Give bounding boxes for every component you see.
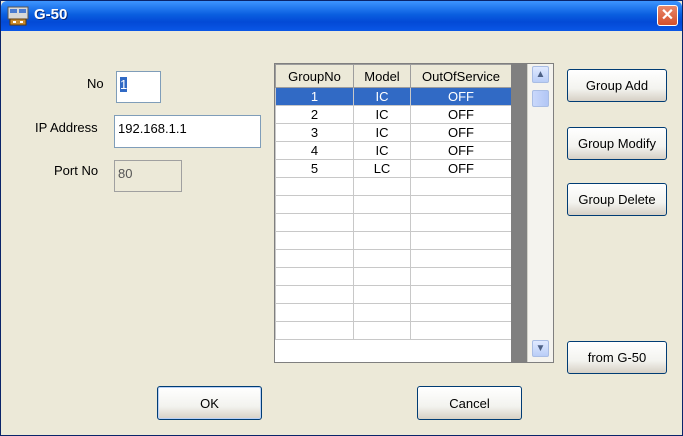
title-bar[interactable]: G-50 ✕ [1, 1, 682, 31]
cancel-button[interactable]: Cancel [417, 386, 522, 420]
cell-outofservice: OFF [410, 159, 512, 178]
col-header-groupno[interactable]: GroupNo [275, 64, 354, 88]
cell-empty [410, 267, 512, 286]
no-label: No [87, 76, 104, 91]
cell-empty [275, 249, 354, 268]
port-no-field: 80 [114, 160, 182, 192]
group-table[interactable]: GroupNo Model OutOfService 1 IC OFF 2 IC… [274, 63, 554, 363]
col-header-outofservice[interactable]: OutOfService [410, 64, 512, 88]
cell-empty [353, 249, 411, 268]
table-row-empty[interactable] [275, 321, 512, 340]
cell-empty [275, 177, 354, 196]
group-modify-button[interactable]: Group Modify [567, 127, 667, 160]
cell-empty [410, 177, 512, 196]
cell-empty [275, 321, 354, 340]
table-row-empty[interactable] [275, 267, 512, 286]
grid-empty-area [511, 64, 527, 362]
cell-outofservice: OFF [410, 141, 512, 160]
cell-groupno: 1 [275, 87, 354, 106]
cell-outofservice: OFF [410, 87, 512, 106]
table-row[interactable]: 5 LC OFF [275, 159, 512, 178]
group-add-button[interactable]: Group Add [567, 69, 667, 102]
cell-groupno: 5 [275, 159, 354, 178]
group-delete-button[interactable]: Group Delete [567, 183, 667, 216]
scrollbar-thumb[interactable] [532, 90, 549, 107]
table-header: GroupNo Model OutOfService [275, 64, 512, 88]
cell-groupno: 2 [275, 105, 354, 124]
table-row-empty[interactable] [275, 195, 512, 214]
cell-empty [353, 231, 411, 250]
cell-model: IC [353, 105, 411, 124]
ip-address-field[interactable]: 192.168.1.1 [114, 115, 261, 148]
cell-empty [410, 285, 512, 304]
table-row-empty[interactable] [275, 285, 512, 304]
cell-empty [275, 231, 354, 250]
ip-address-label: IP Address [35, 120, 98, 135]
cell-empty [353, 213, 411, 232]
cell-groupno: 3 [275, 123, 354, 142]
cell-empty [353, 177, 411, 196]
cell-empty [275, 267, 354, 286]
cell-model: IC [353, 141, 411, 160]
no-field[interactable]: 1 [116, 71, 161, 103]
cell-empty [353, 303, 411, 322]
g50-dialog: G-50 ✕ No 1 IP Address 192.168.1.1 Port … [0, 0, 683, 436]
window-title: G-50 [34, 6, 68, 23]
port-no-label: Port No [54, 163, 99, 178]
cell-empty [353, 267, 411, 286]
cell-empty [353, 195, 411, 214]
table-row-empty[interactable] [275, 213, 512, 232]
table-row[interactable]: 3 IC OFF [275, 123, 512, 142]
cell-empty [410, 321, 512, 340]
cell-empty [410, 303, 512, 322]
table-row[interactable]: 1 IC OFF [275, 87, 512, 106]
table-row[interactable]: 4 IC OFF [275, 141, 512, 160]
cell-outofservice: OFF [410, 123, 512, 142]
table-row-empty[interactable] [275, 303, 512, 322]
table-row[interactable]: 2 IC OFF [275, 105, 512, 124]
col-header-model[interactable]: Model [353, 64, 411, 88]
vertical-scrollbar[interactable]: ▲ ▼ [527, 64, 553, 362]
cell-groupno: 4 [275, 141, 354, 160]
cell-empty [410, 249, 512, 268]
scroll-up-icon[interactable]: ▲ [532, 66, 549, 83]
scroll-down-icon[interactable]: ▼ [532, 340, 549, 357]
from-g50-button[interactable]: from G-50 [567, 341, 667, 374]
cell-empty [275, 303, 354, 322]
cell-empty [410, 231, 512, 250]
cell-empty [275, 285, 354, 304]
cell-empty [353, 285, 411, 304]
table-row-empty[interactable] [275, 249, 512, 268]
cell-outofservice: OFF [410, 105, 512, 124]
close-icon[interactable]: ✕ [657, 5, 678, 26]
cell-empty [410, 195, 512, 214]
no-value: 1 [120, 77, 128, 92]
controller-icon [7, 6, 29, 26]
cell-empty [353, 321, 411, 340]
cell-model: IC [353, 123, 411, 142]
cell-model: IC [353, 87, 411, 106]
cell-empty [275, 213, 354, 232]
cell-empty [275, 195, 354, 214]
table-row-empty[interactable] [275, 231, 512, 250]
cell-model: LC [353, 159, 411, 178]
cell-empty [410, 213, 512, 232]
group-table-grid: GroupNo Model OutOfService 1 IC OFF 2 IC… [275, 64, 512, 340]
ok-button[interactable]: OK [157, 386, 262, 420]
table-row-empty[interactable] [275, 177, 512, 196]
